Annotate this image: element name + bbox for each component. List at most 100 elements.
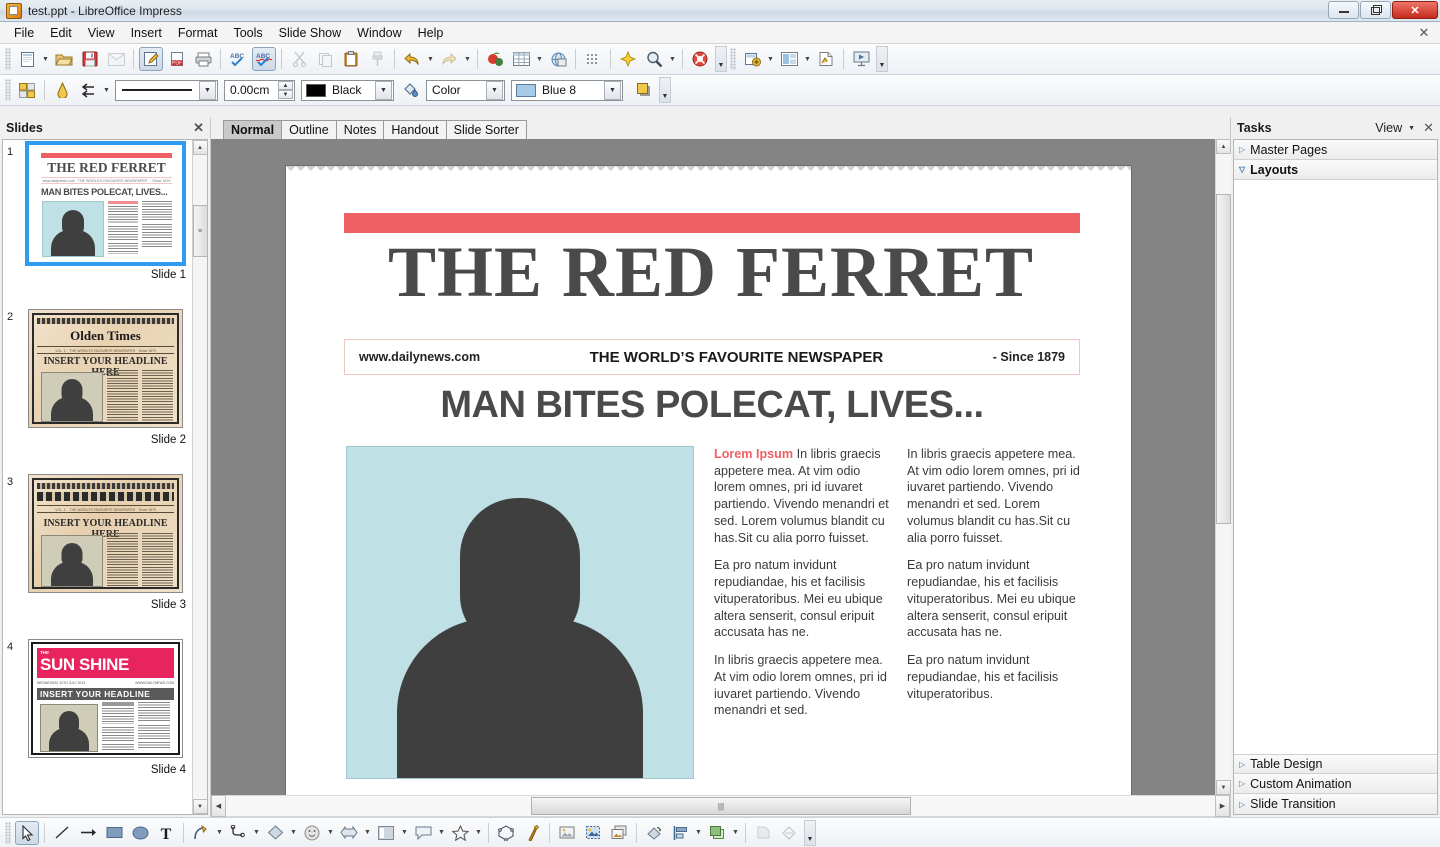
line-color-combo[interactable]: Black ▼ <box>301 79 394 101</box>
slides-panel-scrollbar[interactable]: ▲ ≡ ▼ <box>192 140 207 814</box>
fill-style-bucket-icon[interactable] <box>398 78 422 102</box>
arrow-style-dropdown-icon[interactable]: ▼ <box>101 78 112 102</box>
redo-icon[interactable] <box>437 47 461 71</box>
standard-toolbar-overflow[interactable]: ▼ <box>715 46 727 72</box>
paste-icon[interactable] <box>339 47 363 71</box>
canvas-hscroll-track[interactable]: ||| <box>226 795 1215 817</box>
points-tool-icon[interactable] <box>777 821 801 845</box>
menu-window[interactable]: Window <box>349 24 409 42</box>
gallery-tool-icon[interactable] <box>607 821 631 845</box>
redo-dropdown-icon[interactable]: ▼ <box>462 47 473 71</box>
article-column-2[interactable]: In libris graecis appetere mea. At vim o… <box>907 446 1084 730</box>
rectangle-tool-icon[interactable] <box>102 821 126 845</box>
tasks-view-button[interactable]: View <box>1375 121 1402 135</box>
spelling-icon[interactable]: ABC <box>226 47 250 71</box>
menu-tools[interactable]: Tools <box>225 24 270 42</box>
slide-canvas[interactable]: THE RED FERRET www.dailynews.com THE WOR… <box>211 139 1215 795</box>
display-grid-toggle-icon[interactable] <box>15 78 39 102</box>
canvas-scroll-down-icon[interactable]: ▼ <box>1216 780 1231 795</box>
copy-icon[interactable] <box>313 47 337 71</box>
rotate-tool-icon[interactable] <box>642 821 666 845</box>
canvas-hscroll-thumb[interactable]: ||| <box>531 797 911 815</box>
article-column-1[interactable]: Lorem Ipsum In libris graecis appetere m… <box>714 446 891 730</box>
masthead-accent-bar[interactable] <box>344 213 1080 233</box>
3d-objects-tool-icon[interactable] <box>494 821 518 845</box>
connector-dropdown-icon[interactable]: ▼ <box>251 821 262 845</box>
new-document-icon[interactable] <box>15 47 39 71</box>
crop-tool-icon[interactable] <box>581 821 605 845</box>
menu-view[interactable]: View <box>80 24 123 42</box>
fontwork-tool-icon[interactable] <box>520 821 544 845</box>
tasks-section-table-design[interactable]: ▷ Table Design <box>1234 754 1437 774</box>
maximize-button[interactable] <box>1360 1 1391 19</box>
email-document-icon[interactable] <box>104 47 128 71</box>
open-document-icon[interactable] <box>52 47 76 71</box>
canvas-vertical-scrollbar[interactable]: ▲ ▼ <box>1215 139 1231 795</box>
cut-icon[interactable] <box>287 47 311 71</box>
list-item[interactable]: 3 VOL. 1 THE WORLD'S FAVOURITE NEWSPAPER… <box>7 474 190 639</box>
masthead-title[interactable]: THE RED FERRET <box>326 236 1096 308</box>
slides-scroll-track[interactable]: ≡ <box>192 155 207 799</box>
list-item[interactable]: 2 Olden Times VOL. 1 THE WORLD'S FAVOURI… <box>7 309 190 474</box>
slide-thumbnail-3[interactable]: VOL. 1 THE WORLD'S FAVOURITE NEWSPAPER S… <box>28 474 183 593</box>
layouts-gallery[interactable] <box>1234 180 1437 754</box>
presentation-toolbar-overflow[interactable]: ▼ <box>876 46 888 72</box>
scroll-down-icon[interactable]: ▼ <box>192 799 207 814</box>
tasks-panel-close-icon[interactable]: ✕ <box>1423 120 1434 136</box>
scroll-up-icon[interactable]: ▲ <box>192 140 207 155</box>
table-dropdown-icon[interactable]: ▼ <box>534 47 545 71</box>
help-icon[interactable] <box>688 47 712 71</box>
export-pdf-icon[interactable]: PDF <box>165 47 189 71</box>
drawing-toolbar-overflow[interactable]: ▼ <box>804 819 816 846</box>
table-icon[interactable] <box>509 47 533 71</box>
shadow-icon[interactable] <box>632 78 656 102</box>
flowchart-dropdown-icon[interactable]: ▼ <box>399 821 410 845</box>
slide-layout-icon[interactable] <box>777 47 801 71</box>
curve-tool-icon[interactable] <box>189 821 213 845</box>
undo-dropdown-icon[interactable]: ▼ <box>425 47 436 71</box>
close-document-icon[interactable]: ✕ <box>1416 25 1432 41</box>
fill-style-combo[interactable]: Color ▼ <box>426 79 505 101</box>
canvas-horizontal-scrollbar[interactable]: ◀ ||| ▶ <box>211 795 1230 817</box>
minimize-button[interactable] <box>1328 1 1359 19</box>
slide-thumbnail-2[interactable]: Olden Times VOL. 1 THE WORLD'S FAVOURITE… <box>28 309 183 428</box>
hyperlink-icon[interactable] <box>546 47 570 71</box>
area-style-icon[interactable] <box>50 78 74 102</box>
block-arrows-dropdown-icon[interactable]: ▼ <box>362 821 373 845</box>
new-document-dropdown-icon[interactable]: ▼ <box>40 47 51 71</box>
new-slide-dropdown-icon[interactable]: ▼ <box>765 47 776 71</box>
chevron-down-icon[interactable]: ▼ <box>1408 125 1415 132</box>
slides-panel-close-icon[interactable]: ✕ <box>193 120 204 136</box>
stars-dropdown-icon[interactable]: ▼ <box>473 821 484 845</box>
canvas-scroll-up-icon[interactable]: ▲ <box>1216 139 1231 154</box>
basic-shapes-tool-icon[interactable] <box>263 821 287 845</box>
edit-file-icon[interactable] <box>139 47 163 71</box>
line-toolbar-grip[interactable] <box>5 79 11 101</box>
canvas-vscroll-track[interactable] <box>1216 154 1231 780</box>
line-toolbar-overflow[interactable]: ▼ <box>659 77 671 103</box>
symbol-shapes-tool-icon[interactable] <box>300 821 324 845</box>
insert-image-tool-icon[interactable] <box>555 821 579 845</box>
line-width-spinner[interactable]: ▲ ▼ <box>278 81 293 99</box>
ellipse-tool-icon[interactable] <box>128 821 152 845</box>
display-grid-icon[interactable] <box>483 47 507 71</box>
presentation-toolbar-grip[interactable] <box>730 48 736 70</box>
tab-normal[interactable]: Normal <box>223 120 283 139</box>
list-item[interactable]: 4 THE SUN SHINE WEDNESDAY 10TH JULY 2013… <box>7 639 190 804</box>
new-slide-icon[interactable] <box>740 47 764 71</box>
line-width-field[interactable]: 0.00cm ▲ ▼ <box>224 79 295 101</box>
line-tool-icon[interactable] <box>50 821 74 845</box>
stars-tool-icon[interactable] <box>448 821 472 845</box>
list-item[interactable]: 1 THE RED FERRET www.dailynews.com THE W… <box>7 141 190 309</box>
autospellcheck-icon[interactable]: ABC <box>252 47 276 71</box>
display-views-icon[interactable] <box>581 47 605 71</box>
zoom-icon[interactable] <box>642 47 666 71</box>
symbol-shapes-dropdown-icon[interactable]: ▼ <box>325 821 336 845</box>
menu-edit[interactable]: Edit <box>42 24 80 42</box>
menu-insert[interactable]: Insert <box>123 24 170 42</box>
zoom-dropdown-icon[interactable]: ▼ <box>667 47 678 71</box>
line-style-dropdown-icon[interactable]: ▼ <box>199 80 216 100</box>
block-arrows-tool-icon[interactable] <box>337 821 361 845</box>
line-ends-arrow-tool-icon[interactable] <box>76 821 100 845</box>
clone-formatting-icon[interactable] <box>365 47 389 71</box>
